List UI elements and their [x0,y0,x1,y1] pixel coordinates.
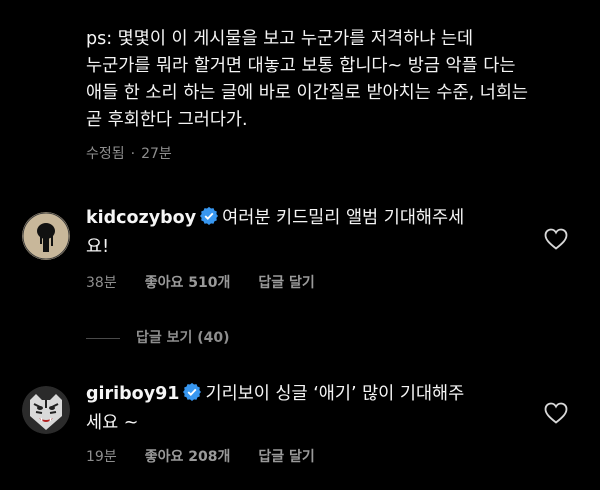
dripping-black-drop-avatar-icon [22,212,70,260]
comment-text: giriboy91 기리보이 싱글 ‘애기’ 많이 기대해주 세요 ~ [86,381,526,437]
comment-line: 요! [86,237,110,257]
tiger-face-avatar-icon [22,386,70,434]
reply-button[interactable]: 답글 달기 [258,272,314,292]
post-time: 27분 [141,146,172,162]
heart-outline-icon[interactable] [544,402,568,424]
comment-line: 여러분 키드밀리 앨범 기대해주세 [222,208,465,228]
avatar[interactable] [22,212,70,260]
reply-button[interactable]: 답글 달기 [258,446,314,466]
verified-badge-icon [183,382,202,410]
post-caption-line: 애들 한 소리 하는 글에 바로 이간질로 받아치는 수준, 너희는 [86,83,529,103]
avatar[interactable] [22,386,70,434]
post-caption-line: 곧 후회한다 그러다가. [86,110,248,130]
comment-time: 38분 [86,275,117,291]
post-caption-line: ps: 몇몇이 이 게시물을 보고 누군가를 저격하냐 는데 [86,29,474,49]
view-replies-label[interactable]: 답글 보기 (40) [136,330,230,346]
post-caption: ps: 몇몇이 이 게시물을 보고 누군가를 저격하냐 는데 누군가를 뭐라 할… [86,26,576,134]
likes-count[interactable]: 좋아요 208개 [145,446,231,466]
comment-time: 19분 [86,449,117,465]
comment-text: kidcozyboy 여러분 키드밀리 앨범 기대해주세 요! [86,205,526,261]
divider [86,337,120,339]
comment-username[interactable]: giriboy91 [86,384,179,404]
edited-label: 수정됨 [86,146,125,162]
likes-count[interactable]: 좋아요 510개 [145,272,231,292]
post-caption-line: 누군가를 뭐라 할거면 대놓고 보통 합니다~ 방금 악플 다는 [86,56,516,76]
comment-meta: 38분 좋아요 510개 답글 달기 [86,272,343,292]
comment-line: 기리보이 싱글 ‘애기’ 많이 기대해주 [205,384,465,404]
comment-line: 세요 ~ [86,413,139,433]
post-meta: 수정됨 · 27분 [86,143,178,163]
verified-badge-icon [200,206,219,234]
heart-outline-icon[interactable] [544,228,568,250]
meta-separator: · [130,146,136,162]
comment-meta: 19분 좋아요 208개 답글 달기 [86,446,343,466]
view-replies-button[interactable]: 답글 보기 (40) [86,327,230,347]
comment-username[interactable]: kidcozyboy [86,208,196,228]
